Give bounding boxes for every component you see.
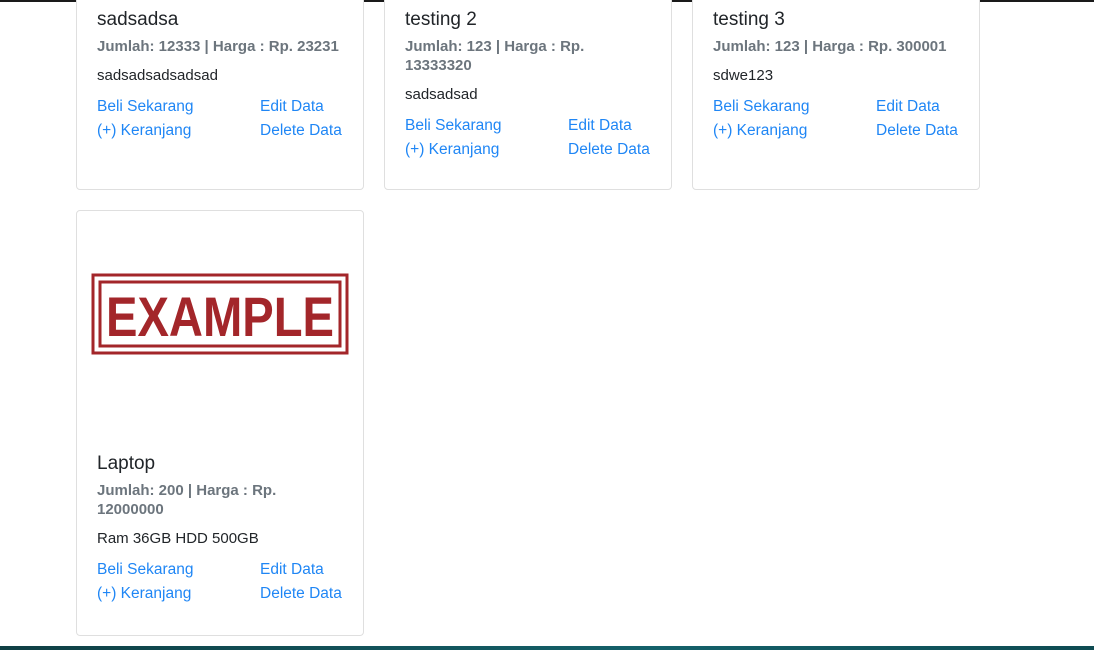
buy-now-link[interactable]: Beli Sekarang (97, 97, 260, 116)
edit-data-link[interactable]: Edit Data (260, 97, 360, 116)
stamp-text: EXAMPLE (106, 285, 334, 348)
product-title: sadsadsa (97, 9, 179, 30)
footer-bar (0, 646, 1094, 650)
add-to-cart-link[interactable]: (+) Keranjang (97, 584, 260, 603)
add-to-cart-link[interactable]: (+) Keranjang (405, 140, 568, 159)
product-description: sadsadsadsadsad (97, 67, 218, 84)
card-body: Laptop Jumlah: 200 | Harga : Rp. 1200000… (97, 453, 345, 603)
buy-now-link[interactable]: Beli Sekarang (97, 560, 260, 579)
product-card: testing 3 Jumlah: 123 | Harga : Rp. 3000… (692, 0, 980, 190)
product-subtitle: Jumlah: 123 | Harga : Rp. 13333320 (405, 38, 585, 74)
delete-data-link[interactable]: Delete Data (876, 121, 976, 140)
edit-data-link[interactable]: Edit Data (568, 116, 668, 135)
product-title: testing 2 (405, 9, 477, 30)
card-body: testing 2 Jumlah: 123 | Harga : Rp. 1333… (405, 9, 653, 159)
product-description: sadsadsad (405, 86, 478, 103)
product-card: sadsadsa Jumlah: 12333 | Harga : Rp. 232… (76, 0, 364, 190)
delete-data-link[interactable]: Delete Data (260, 121, 360, 140)
product-card: EXAMPLE Laptop Jumlah: 200 | Harga : Rp.… (76, 210, 364, 636)
product-description: Ram 36GB HDD 500GB (97, 530, 259, 547)
product-actions: Beli Sekarang Edit Data (+) Keranjang De… (713, 97, 961, 140)
product-actions: Beli Sekarang Edit Data (+) Keranjang De… (97, 97, 345, 140)
card-body: testing 3 Jumlah: 123 | Harga : Rp. 3000… (713, 9, 961, 140)
product-actions: Beli Sekarang Edit Data (+) Keranjang De… (405, 116, 653, 159)
product-subtitle: Jumlah: 200 | Harga : Rp. 12000000 (97, 482, 277, 518)
product-description: sdwe123 (713, 67, 774, 84)
add-to-cart-link[interactable]: (+) Keranjang (713, 121, 876, 140)
edit-data-link[interactable]: Edit Data (876, 97, 976, 116)
buy-now-link[interactable]: Beli Sekarang (713, 97, 876, 116)
buy-now-link[interactable]: Beli Sekarang (405, 116, 568, 135)
card-body: sadsadsa Jumlah: 12333 | Harga : Rp. 232… (97, 9, 345, 140)
product-subtitle: Jumlah: 12333 | Harga : Rp. 23231 (97, 38, 339, 55)
add-to-cart-link[interactable]: (+) Keranjang (97, 121, 260, 140)
product-title: Laptop (97, 453, 156, 474)
product-actions: Beli Sekarang Edit Data (+) Keranjang De… (97, 560, 345, 603)
product-image: EXAMPLE (91, 273, 349, 355)
product-title: testing 3 (713, 9, 785, 30)
delete-data-link[interactable]: Delete Data (260, 584, 360, 603)
edit-data-link[interactable]: Edit Data (260, 560, 360, 579)
product-subtitle: Jumlah: 123 | Harga : Rp. 300001 (713, 38, 947, 55)
delete-data-link[interactable]: Delete Data (568, 140, 668, 159)
product-card: testing 2 Jumlah: 123 | Harga : Rp. 1333… (384, 0, 672, 190)
